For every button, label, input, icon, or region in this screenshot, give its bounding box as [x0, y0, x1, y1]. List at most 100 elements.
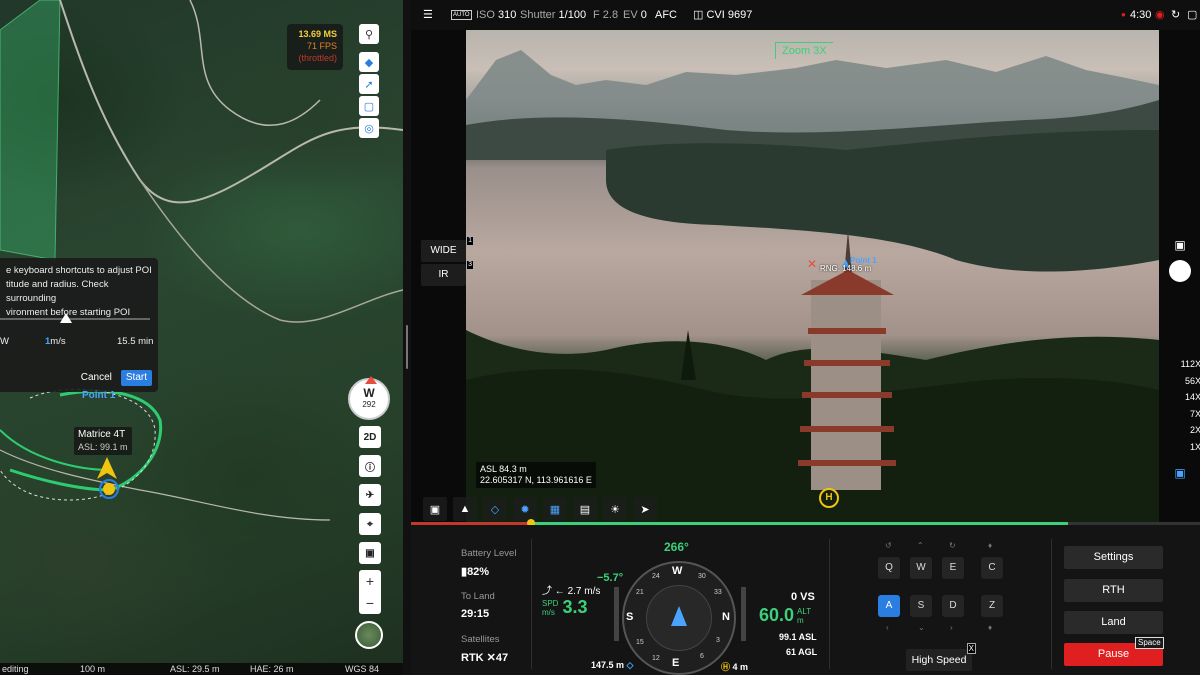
navigate-icon[interactable]: ➤ [633, 497, 657, 521]
asl-value: 99.1 ASL [779, 632, 817, 642]
landscape-icon[interactable]: ▲ [453, 497, 477, 521]
aircraft-icon[interactable]: ✈ [359, 484, 381, 506]
zoom-in-button[interactable]: + [359, 570, 381, 592]
start-button[interactable]: Start [120, 370, 152, 386]
settings-button[interactable]: Settings [1064, 546, 1163, 569]
smart-track-icon[interactable]: ▣ [1169, 466, 1191, 488]
poi-dialog: e keyboard shortcuts to adjust POI titud… [0, 258, 158, 392]
telemetry-panel: Battery Level ▮82% To Land 29:15 Satelli… [411, 525, 1200, 675]
horizontal-speed-row: ⤴ ← 2.7 m/s [542, 586, 601, 597]
storage-icon[interactable]: ▣ [1169, 238, 1191, 260]
speed-readout: ⤴ ← 2.7 m/s SPD m/s 3.3 [542, 582, 600, 618]
speed-bar [614, 587, 619, 641]
spd-unit: m/s [542, 607, 555, 617]
poi-speed-slider[interactable] [0, 313, 150, 323]
compass-num: 33 [714, 589, 722, 596]
drone-label[interactable]: Matrice 4T ASL: 99.1 m [74, 427, 132, 455]
key-w[interactable]: W [910, 557, 932, 579]
rth-button[interactable]: RTH [1064, 579, 1163, 602]
refresh-icon[interactable]: ↻ [1171, 0, 1180, 30]
focus-frame-icon[interactable]: ▣ [359, 542, 381, 564]
lens-ir-key: 3 [466, 260, 474, 270]
focus-mode[interactable]: AFC [655, 0, 677, 30]
land-button[interactable]: Land [1064, 611, 1163, 634]
map-search-icon[interactable]: ⚲ [359, 24, 379, 44]
ev-setting[interactable]: EV 0 [623, 0, 647, 30]
down-arrow-icon: ⌄ [918, 623, 925, 632]
map-point-label[interactable]: Point 1 [82, 390, 115, 401]
key-q[interactable]: Q [878, 557, 900, 579]
pause-shortcut: Space [1135, 637, 1164, 649]
to-land-value: 29:15 [461, 608, 490, 620]
record-button-icon[interactable]: ◉ [1155, 0, 1165, 30]
zoom-ladder[interactable]: 112X 56X 14X 7X 2X 1X [1161, 356, 1200, 455]
grid-frame-icon[interactable]: ▣ [423, 497, 447, 521]
key-a[interactable]: A [878, 595, 900, 617]
poi-speed-unit: m/s [50, 336, 66, 347]
slider-thumb[interactable] [60, 313, 72, 323]
locate-icon[interactable]: ⌖ [359, 513, 381, 535]
key-s[interactable]: S [910, 595, 932, 617]
zoom-out-button[interactable]: − [359, 592, 381, 614]
shutter-label: Shutter [520, 9, 556, 21]
ascend-icon: ♦ [988, 541, 993, 550]
waypoint-tool-icon[interactable]: ◆ [359, 52, 379, 72]
poi-duration: 15.5 min [117, 336, 154, 347]
map-zoom-control: + − [359, 570, 381, 614]
view-2d-button[interactable]: 2D [359, 426, 381, 448]
line-tool-icon[interactable]: ➚ [359, 74, 379, 94]
shutter-setting[interactable]: Shutter 1/100 [520, 0, 586, 30]
poi-speed: 1m/s [45, 335, 66, 349]
iso-setting[interactable]: ISO 310 [476, 0, 516, 30]
key-d[interactable]: D [942, 595, 964, 617]
ai-recognition-icon[interactable]: ▦ [543, 497, 567, 521]
waypoint-icon[interactable]: ◇ [483, 497, 507, 521]
key-e[interactable]: E [942, 557, 964, 579]
brightness-icon[interactable]: ☀ [603, 497, 627, 521]
drone-marker-icon[interactable] [95, 455, 125, 501]
fullscreen-icon[interactable]: ▢ [1187, 0, 1197, 30]
map-compass[interactable]: W 292 [348, 376, 390, 420]
zoom-level-7x[interactable]: 7X [1161, 406, 1200, 423]
satellites-value: RTK ✕47 [461, 652, 509, 664]
camera-view[interactable]: ✕ ▲ Zoom 3X Point 1 RNG: 148.6 m H ASL 8… [466, 30, 1159, 522]
alt-value: 60.0 [759, 605, 795, 625]
key-z[interactable]: Z [981, 595, 1003, 617]
high-speed-toggle[interactable]: High Speed X [906, 643, 976, 671]
zoom-level-56x[interactable]: 56X [1161, 373, 1200, 390]
shutter-button-icon[interactable] [1169, 260, 1191, 282]
compass-num: 3 [716, 637, 720, 644]
zoom-level-1x[interactable]: 1X [1161, 439, 1200, 456]
map-layer-thumbnail[interactable] [355, 621, 383, 649]
divider-handle[interactable] [406, 325, 408, 369]
area-tool-icon[interactable]: ▢ [359, 96, 379, 116]
horizontal-speed: 2.7 m/s [567, 586, 601, 597]
cancel-button[interactable]: Cancel [77, 370, 116, 386]
recording-dot-icon: ● [1121, 10, 1126, 19]
distance-text: 147.5 m [591, 660, 625, 670]
panel-divider[interactable] [403, 0, 411, 675]
high-speed-label: High Speed [911, 654, 967, 666]
rotate-right-icon: ↻ [949, 541, 956, 550]
zoom-level-112x[interactable]: 112X [1161, 356, 1200, 373]
map-panel[interactable]: 13.69 MS 71 FPS (throttled) ⚲ ◆ ➚ ▢ ◎ e … [0, 0, 403, 675]
zoom-level-2x[interactable]: 2X [1161, 422, 1200, 439]
zoom-level-14x[interactable]: 14X [1161, 389, 1200, 406]
key-c[interactable]: C [981, 557, 1003, 579]
camera-settings-icon[interactable]: ☰ [423, 0, 433, 30]
lens-ir-button[interactable]: IR 3 [421, 260, 474, 286]
spd-label: SPD m/s [542, 599, 558, 617]
compass-num: 21 [636, 589, 644, 596]
attitude-compass: W S N E 30 33 3 6 12 15 21 24 [622, 561, 736, 675]
aperture-setting[interactable]: F 2.8 [593, 0, 618, 30]
right-arrow-icon: › [950, 623, 953, 632]
info-icon[interactable]: ⓘ [359, 455, 381, 477]
poi-tool-icon[interactable]: ◎ [359, 118, 379, 138]
ev-label: EV [623, 9, 638, 21]
ai-box-icon[interactable]: ▤ [573, 497, 597, 521]
lens-wide-button[interactable]: WIDE 1 [421, 236, 474, 262]
spotlight-icon[interactable]: ✹ [513, 497, 537, 521]
auto-mode-icon[interactable]: AUTO [451, 0, 472, 30]
poi-left-label: W [0, 336, 9, 347]
cvi-value: CVI 9697 [706, 9, 753, 21]
